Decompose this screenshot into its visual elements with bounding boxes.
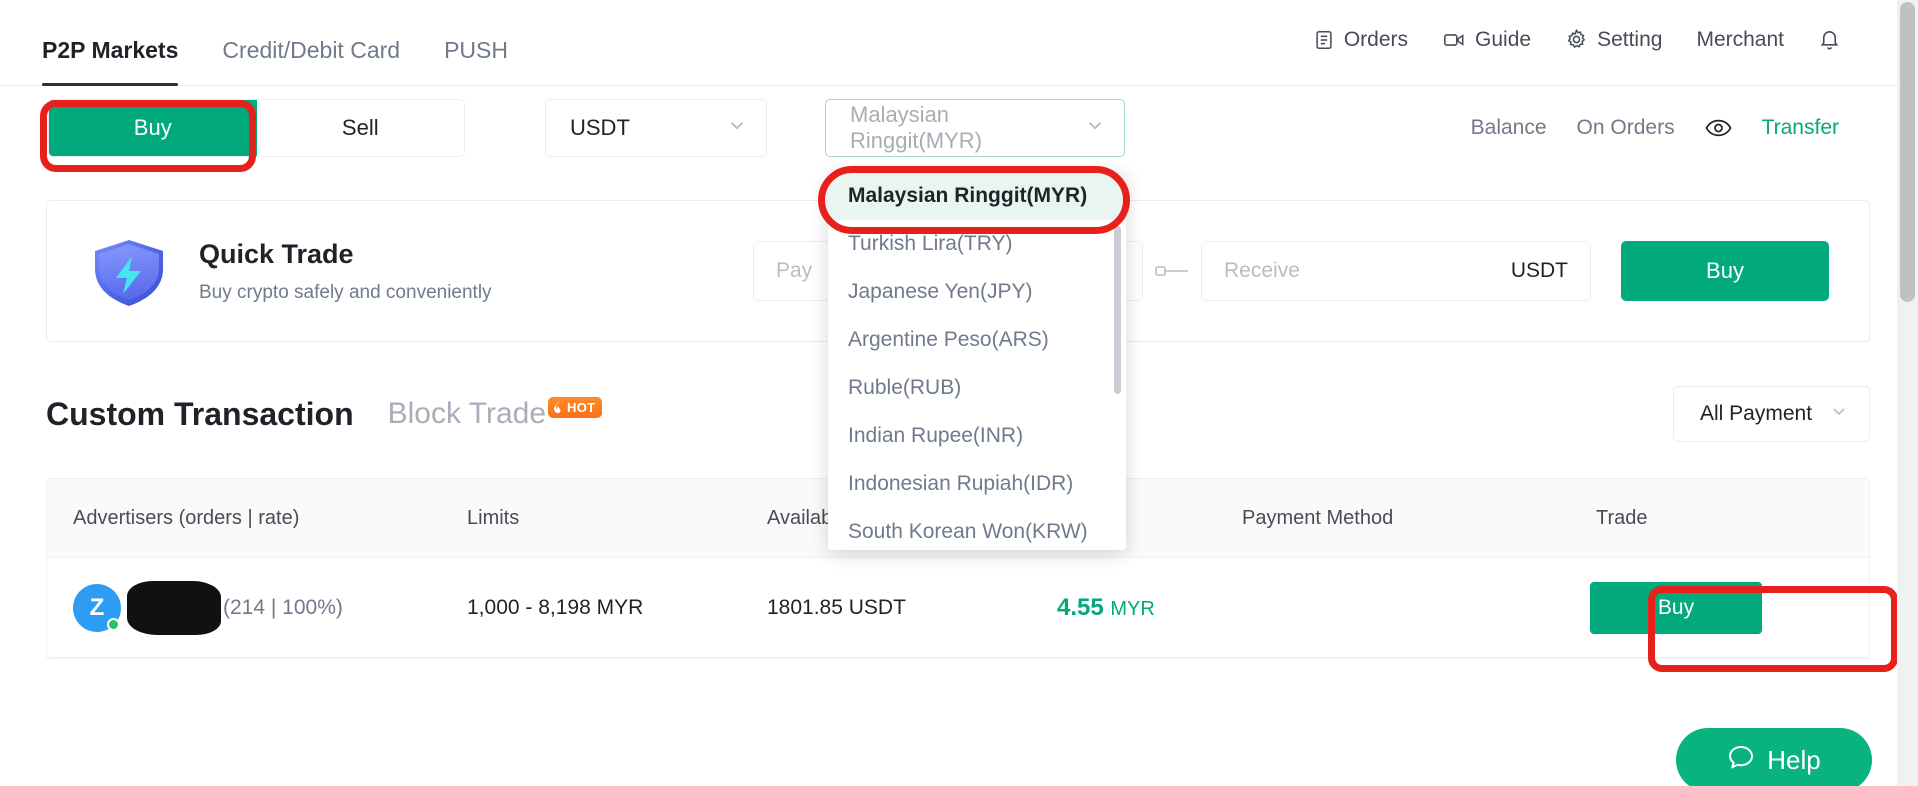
advertiser-stats: (214 | 100%) bbox=[223, 595, 343, 619]
asset-select[interactable]: USDT bbox=[545, 99, 767, 157]
chat-bubble-icon bbox=[1727, 744, 1755, 777]
swap-arrows-icon[interactable] bbox=[1143, 262, 1201, 280]
help-label: Help bbox=[1767, 744, 1821, 775]
on-orders-label[interactable]: On Orders bbox=[1577, 116, 1675, 140]
th-trade: Trade bbox=[1596, 506, 1648, 529]
guide-video-icon bbox=[1442, 29, 1466, 51]
th-advertisers: Advertisers (orders | rate) bbox=[73, 506, 300, 529]
chevron-down-icon bbox=[726, 114, 748, 142]
fiat-option-myr[interactable]: Malaysian Ringgit(MYR) bbox=[828, 172, 1126, 220]
price-currency: MYR bbox=[1110, 597, 1155, 620]
tab-p2p-markets[interactable]: P2P Markets bbox=[42, 37, 179, 86]
nav-setting-label: Setting bbox=[1597, 27, 1663, 51]
eye-icon[interactable] bbox=[1705, 118, 1732, 138]
fiat-option-jpy[interactable]: Japanese Yen(JPY) bbox=[828, 268, 1126, 316]
limits-cell: 1,000 - 8,198 MYR bbox=[467, 595, 644, 619]
advertiser-cell: Z (214 | 100%) bbox=[47, 580, 467, 635]
gear-icon bbox=[1565, 28, 1588, 51]
custom-transaction-tab[interactable]: Custom Transaction bbox=[46, 396, 354, 433]
th-payment-method: Payment Method bbox=[1242, 506, 1394, 529]
row-buy-button[interactable]: Buy bbox=[1590, 581, 1762, 634]
filter-bar: Buy Sell USDT Malaysian Ringgit(MYR) Bal… bbox=[0, 86, 1897, 170]
online-status-dot bbox=[107, 617, 120, 631]
notification-bell-icon[interactable] bbox=[1818, 28, 1841, 51]
page-scrollbar-thumb[interactable] bbox=[1900, 2, 1915, 302]
hot-badge-label: HOT bbox=[567, 399, 596, 415]
price-value: 4.55 bbox=[1057, 593, 1104, 621]
tab-credit-debit-card[interactable]: Credit/Debit Card bbox=[222, 37, 400, 86]
top-navigation-bar: P2P Markets Credit/Debit Card PUSH Order… bbox=[0, 0, 1897, 86]
sell-tab[interactable]: Sell bbox=[256, 100, 464, 156]
fiat-option-krw[interactable]: South Korean Won(KRW) bbox=[828, 508, 1126, 550]
table-row: Z (214 | 100%) 1,000 - 8,198 MYR 1801.85… bbox=[47, 557, 1869, 657]
quick-trade-text: Quick Trade Buy crypto safely and conven… bbox=[199, 239, 492, 304]
fiat-option-try[interactable]: Turkish Lira(TRY) bbox=[828, 220, 1126, 268]
nav-merchant[interactable]: Merchant bbox=[1696, 28, 1784, 52]
all-payment-select[interactable]: All Payment bbox=[1673, 386, 1870, 442]
receive-placeholder: Receive bbox=[1224, 259, 1300, 282]
nav-merchant-label: Merchant bbox=[1696, 27, 1784, 51]
dropdown-scrollbar[interactable] bbox=[1114, 226, 1121, 394]
shield-lightning-icon bbox=[83, 235, 175, 307]
tab-push[interactable]: PUSH bbox=[444, 37, 508, 86]
asset-select-value: USDT bbox=[570, 115, 630, 140]
th-limits: Limits bbox=[467, 506, 520, 529]
buy-tab[interactable]: Buy bbox=[49, 100, 257, 156]
hot-badge: HOT bbox=[548, 396, 603, 418]
quick-trade-subtitle: Buy crypto safely and conveniently bbox=[199, 281, 492, 303]
nav-setting[interactable]: Setting bbox=[1565, 28, 1662, 52]
nav-guide[interactable]: Guide bbox=[1442, 28, 1531, 52]
buy-sell-toggle: Buy Sell bbox=[48, 99, 465, 157]
nav-guide-label: Guide bbox=[1475, 27, 1532, 51]
balance-area: Balance On Orders Transfer bbox=[1471, 116, 1849, 140]
fiat-option-idr[interactable]: Indonesian Rupiah(IDR) bbox=[828, 460, 1126, 508]
receive-input[interactable]: Receive USDT bbox=[1201, 241, 1591, 301]
available-cell: 1801.85 USDT bbox=[767, 595, 906, 619]
fiat-option-ars[interactable]: Argentine Peso(ARS) bbox=[828, 316, 1126, 364]
fiat-option-inr[interactable]: Indian Rupee(INR) bbox=[828, 412, 1126, 460]
flame-icon bbox=[554, 400, 561, 413]
nav-orders[interactable]: Orders bbox=[1313, 28, 1408, 52]
chevron-down-icon bbox=[1829, 401, 1849, 427]
p2p-markets-page: P2P Markets Credit/Debit Card PUSH Order… bbox=[0, 0, 1918, 786]
pay-placeholder: Pay bbox=[776, 259, 813, 282]
quick-trade-title: Quick Trade bbox=[199, 238, 354, 269]
nav-tabs: P2P Markets Credit/Debit Card PUSH bbox=[0, 0, 508, 86]
trade-cell: Buy bbox=[1572, 581, 1869, 634]
receive-unit: USDT bbox=[1510, 259, 1568, 282]
orders-icon bbox=[1313, 29, 1335, 51]
price-cell: 4.55 MYR bbox=[1057, 594, 1242, 622]
avatar-initial: Z bbox=[89, 593, 105, 621]
avatar: Z bbox=[73, 583, 121, 632]
fiat-select-value: Malaysian Ringgit(MYR) bbox=[850, 102, 983, 153]
fiat-option-rub[interactable]: Ruble(RUB) bbox=[828, 364, 1126, 412]
block-trade-label: Block Trade bbox=[387, 397, 547, 430]
advertiser-name-redacted bbox=[127, 580, 221, 635]
all-payment-label: All Payment bbox=[1700, 402, 1813, 425]
quick-trade-buy-button[interactable]: Buy bbox=[1621, 241, 1829, 301]
balance-label[interactable]: Balance bbox=[1471, 116, 1547, 140]
block-trade-tab[interactable]: Block Trade HOT bbox=[387, 396, 603, 431]
help-button[interactable]: Help bbox=[1676, 728, 1872, 786]
table-footer-divider bbox=[46, 658, 1870, 698]
transfer-link[interactable]: Transfer bbox=[1762, 116, 1839, 140]
nav-orders-label: Orders bbox=[1343, 27, 1409, 51]
fiat-currency-select[interactable]: Malaysian Ringgit(MYR) bbox=[825, 99, 1125, 157]
nav-links: Orders Guide Setting Merchant bbox=[1313, 28, 1897, 58]
chevron-down-icon bbox=[1084, 114, 1106, 142]
fiat-currency-dropdown: Malaysian Ringgit(MYR) Turkish Lira(TRY)… bbox=[828, 172, 1126, 550]
